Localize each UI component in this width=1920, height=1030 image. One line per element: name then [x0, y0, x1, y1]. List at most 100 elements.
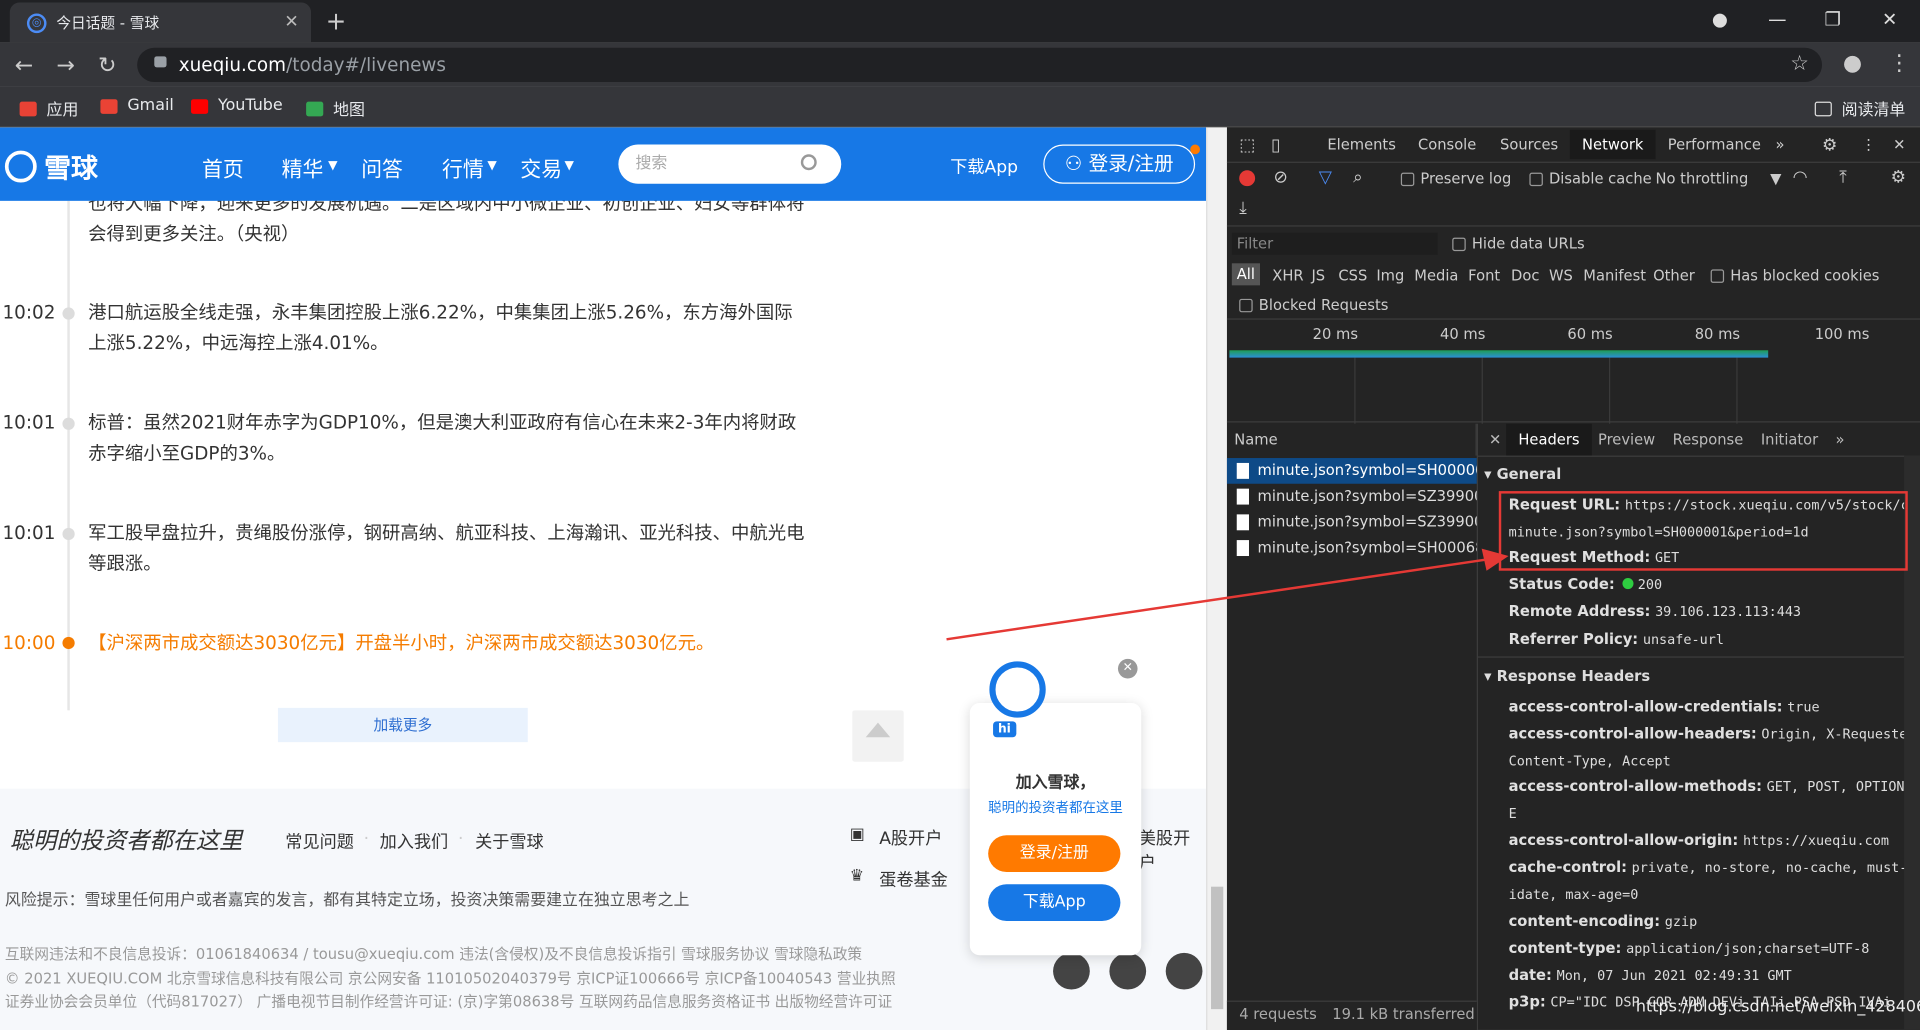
- footer-link-join[interactable]: 加入我们: [380, 829, 449, 853]
- response-headers-toggle[interactable]: ▾ Response Headers: [1484, 667, 1650, 684]
- footer-link-about[interactable]: 关于雪球: [475, 829, 544, 853]
- type-filter-js[interactable]: JS: [1311, 267, 1325, 284]
- more-subtabs-icon[interactable]: »: [1836, 431, 1845, 448]
- search-input[interactable]: 搜索: [618, 144, 842, 184]
- filter-icon[interactable]: ▽: [1319, 168, 1332, 188]
- new-tab-button[interactable]: +: [326, 6, 347, 35]
- reading-list[interactable]: 阅读清单: [1814, 97, 1905, 120]
- nav-qa[interactable]: 问答: [361, 152, 403, 182]
- load-more-button[interactable]: 加载更多: [277, 707, 528, 743]
- bookmark-apps[interactable]: 应用: [19, 97, 78, 120]
- type-filter-other[interactable]: Other: [1653, 267, 1695, 284]
- maximize-icon[interactable]: ❐: [1825, 9, 1841, 31]
- header-value: Origin, X-Requested-With,: [1761, 726, 1920, 743]
- footer-link-fund[interactable]: 蛋卷基金: [879, 867, 948, 891]
- popup-close-icon[interactable]: ✕: [1117, 658, 1138, 679]
- throttling-select[interactable]: No throttling ▼: [1656, 170, 1782, 187]
- minimize-icon[interactable]: —: [1768, 9, 1786, 31]
- popup-login-button[interactable]: 登录/注册: [988, 835, 1121, 872]
- bookmark-maps[interactable]: 地图: [306, 97, 365, 120]
- request-row[interactable]: minute.json?symbol=SZ399001&period=1d: [1227, 484, 1477, 510]
- blocked-requests-checkbox[interactable]: Blocked Requests: [1239, 296, 1388, 314]
- more-tabs-icon[interactable]: »: [1776, 136, 1785, 153]
- upload-har-icon[interactable]: ⤒: [1839, 168, 1847, 188]
- download-app-link[interactable]: 下载App: [950, 154, 1018, 178]
- devtools-close-icon[interactable]: ✕: [1893, 136, 1905, 153]
- lock-icon[interactable]: [154, 56, 167, 68]
- wechat-icon[interactable]: [1053, 952, 1090, 990]
- header-key: content-type:: [1508, 939, 1622, 957]
- tab-sources[interactable]: Sources: [1500, 136, 1558, 153]
- chevron-down-icon: ▼: [487, 159, 497, 173]
- request-row[interactable]: minute.json?symbol=SZ399006&period=1d: [1227, 509, 1477, 535]
- back-to-top-icon[interactable]: [852, 710, 904, 762]
- search-icon[interactable]: [800, 154, 817, 171]
- has-blocked-cookies-checkbox[interactable]: Has blocked cookies: [1710, 267, 1879, 284]
- type-filter-ws[interactable]: WS: [1549, 267, 1573, 284]
- bookmark-gmail[interactable]: Gmail: [100, 97, 174, 115]
- disable-cache-checkbox[interactable]: Disable cache: [1529, 170, 1652, 187]
- devtools-menu-icon[interactable]: ⋮: [1861, 136, 1876, 153]
- subtab-headers[interactable]: Headers: [1506, 423, 1592, 456]
- mail-icon[interactable]: [1165, 952, 1203, 990]
- header-key: cache-control:: [1508, 858, 1627, 876]
- filter-input[interactable]: Filter: [1231, 232, 1438, 255]
- checkbox-icon: [1400, 172, 1415, 187]
- type-filter-css[interactable]: CSS: [1338, 267, 1367, 284]
- weibo-icon[interactable]: [1109, 952, 1147, 990]
- network-settings-icon[interactable]: ⚙: [1891, 168, 1906, 188]
- subtab-preview[interactable]: Preview: [1598, 431, 1655, 448]
- type-filter-doc[interactable]: Doc: [1511, 267, 1539, 284]
- popup-download-button[interactable]: 下载App: [988, 884, 1121, 921]
- account-icon[interactable]: ●: [1843, 50, 1862, 76]
- browser-tab[interactable]: ◎ 今日话题 - 雪球 ✕: [9, 2, 312, 43]
- type-filter-xhr[interactable]: XHR: [1272, 267, 1303, 284]
- nav-market[interactable]: 行情: [442, 152, 484, 182]
- scrollbar-thumb[interactable]: [1211, 886, 1224, 1010]
- name-column-header[interactable]: Name: [1227, 423, 1477, 456]
- news-item-text[interactable]: 【沪深两市成交额达3030亿元】开盘半小时，沪深两市成交额达3030亿元。: [88, 628, 810, 659]
- footer-link-us-share[interactable]: 美股开户: [1139, 825, 1206, 874]
- url-bar[interactable]: xueqiu.com/today#/livenews: [137, 47, 1823, 83]
- search-icon[interactable]: ⌕: [1353, 168, 1363, 188]
- close-details-icon[interactable]: ✕: [1489, 431, 1501, 448]
- hide-data-urls-checkbox[interactable]: Hide data URLs: [1452, 235, 1585, 252]
- close-window-icon[interactable]: ✕: [1882, 9, 1897, 31]
- site-logo[interactable]: 雪球: [4, 147, 98, 186]
- settings-gear-icon[interactable]: ⚙: [1822, 136, 1837, 156]
- tab-network[interactable]: Network: [1569, 129, 1656, 160]
- nav-trade[interactable]: 交易: [520, 152, 562, 182]
- bookmark-youtube[interactable]: YouTube: [191, 97, 283, 115]
- request-row[interactable]: minute.json?symbol=SH000001&period=1d: [1226, 458, 1477, 484]
- tab-elements[interactable]: Elements: [1327, 136, 1395, 153]
- general-section-toggle[interactable]: ▾ General: [1484, 465, 1561, 482]
- footer-link-faq[interactable]: 常见问题: [285, 829, 354, 853]
- tab-console[interactable]: Console: [1418, 136, 1476, 153]
- device-toolbar-icon[interactable]: ▯: [1271, 136, 1280, 156]
- network-conditions-icon[interactable]: ◠: [1793, 168, 1808, 188]
- bookmark-star-icon[interactable]: ☆: [1790, 51, 1809, 75]
- record-icon[interactable]: [1239, 170, 1256, 187]
- nav-featured[interactable]: 精华: [282, 152, 324, 182]
- subtab-response[interactable]: Response: [1673, 431, 1744, 448]
- forward-icon[interactable]: →: [56, 53, 74, 79]
- tab-close-icon[interactable]: ✕: [284, 12, 298, 32]
- subtab-initiator[interactable]: Initiator: [1761, 431, 1818, 448]
- login-register-button[interactable]: ⚇ 登录/注册: [1043, 144, 1196, 184]
- tab-performance[interactable]: Performance: [1668, 136, 1761, 153]
- type-filter-media[interactable]: Media: [1414, 267, 1458, 284]
- type-filter-font[interactable]: Font: [1468, 267, 1500, 284]
- nav-home[interactable]: 首页: [202, 152, 244, 182]
- clear-icon[interactable]: ⊘: [1273, 168, 1287, 188]
- menu-kebab-icon[interactable]: ⋮: [1888, 50, 1910, 76]
- type-filter-img[interactable]: Img: [1376, 267, 1404, 284]
- footer-link-a-share[interactable]: A股开户: [879, 825, 942, 849]
- download-har-icon[interactable]: ⤓: [1239, 198, 1247, 218]
- inspect-icon[interactable]: ⬚: [1239, 136, 1255, 156]
- reload-icon[interactable]: ↻: [98, 53, 116, 79]
- type-filter-all[interactable]: All: [1231, 263, 1260, 286]
- profile-menu-icon[interactable]: ●: [1712, 9, 1728, 31]
- preserve-log-checkbox[interactable]: Preserve log: [1400, 170, 1511, 187]
- type-filter-manifest[interactable]: Manifest: [1583, 267, 1646, 284]
- back-icon[interactable]: ←: [15, 53, 33, 79]
